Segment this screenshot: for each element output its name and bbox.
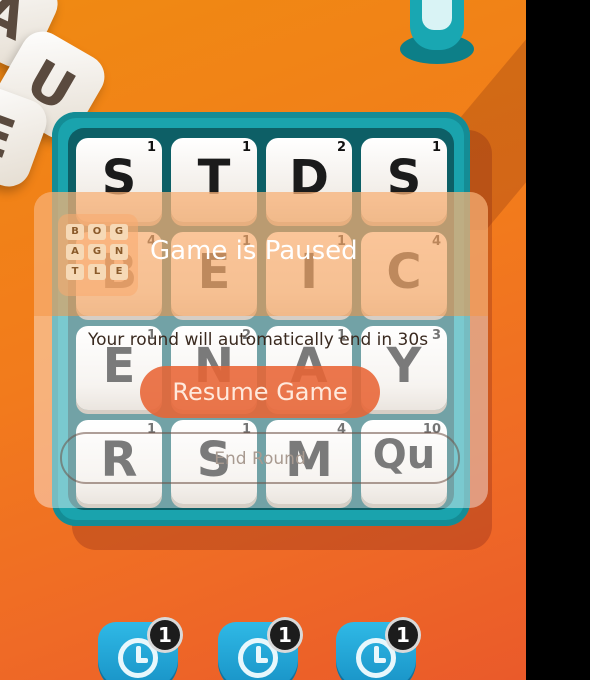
logo-letter: T	[66, 264, 84, 280]
logo-letter: O	[88, 224, 106, 240]
timer-powerup-1[interactable]: 1	[98, 616, 180, 680]
logo-letter: A	[66, 244, 84, 260]
tile-points: 1	[241, 140, 251, 155]
logo-letter: G	[88, 244, 106, 260]
game-screen: A U E S1T1D2S1B4E1I1C4E1N2A1Y3R1S1M4Qu10…	[0, 0, 526, 680]
powerup-count-badge: 1	[150, 620, 180, 650]
powerup-count-badge: 1	[388, 620, 418, 650]
timer-powerup-2[interactable]: 1	[218, 616, 300, 680]
tile-points: 2	[336, 140, 346, 155]
sand-timer-icon	[400, 0, 474, 76]
boggle-logo: BOGAGNTLE	[58, 214, 138, 296]
timer-powerup-3[interactable]: 1	[336, 616, 418, 680]
logo-letter: B	[66, 224, 84, 240]
powerup-count-badge: 1	[270, 620, 300, 650]
letterbox-bar	[526, 0, 590, 680]
resume-game-button[interactable]: Resume Game	[140, 366, 380, 418]
tile-points: 1	[146, 140, 156, 155]
logo-letter: G	[110, 224, 128, 240]
tile-points: 1	[431, 140, 441, 155]
logo-letter: N	[110, 244, 128, 260]
logo-letter: E	[110, 264, 128, 280]
pause-title: Game is Paused	[150, 236, 358, 266]
logo-letter: L	[88, 264, 106, 280]
auto-end-message: Your round will automatically end in 30s	[88, 330, 429, 350]
end-round-button[interactable]: End Round	[60, 432, 460, 484]
